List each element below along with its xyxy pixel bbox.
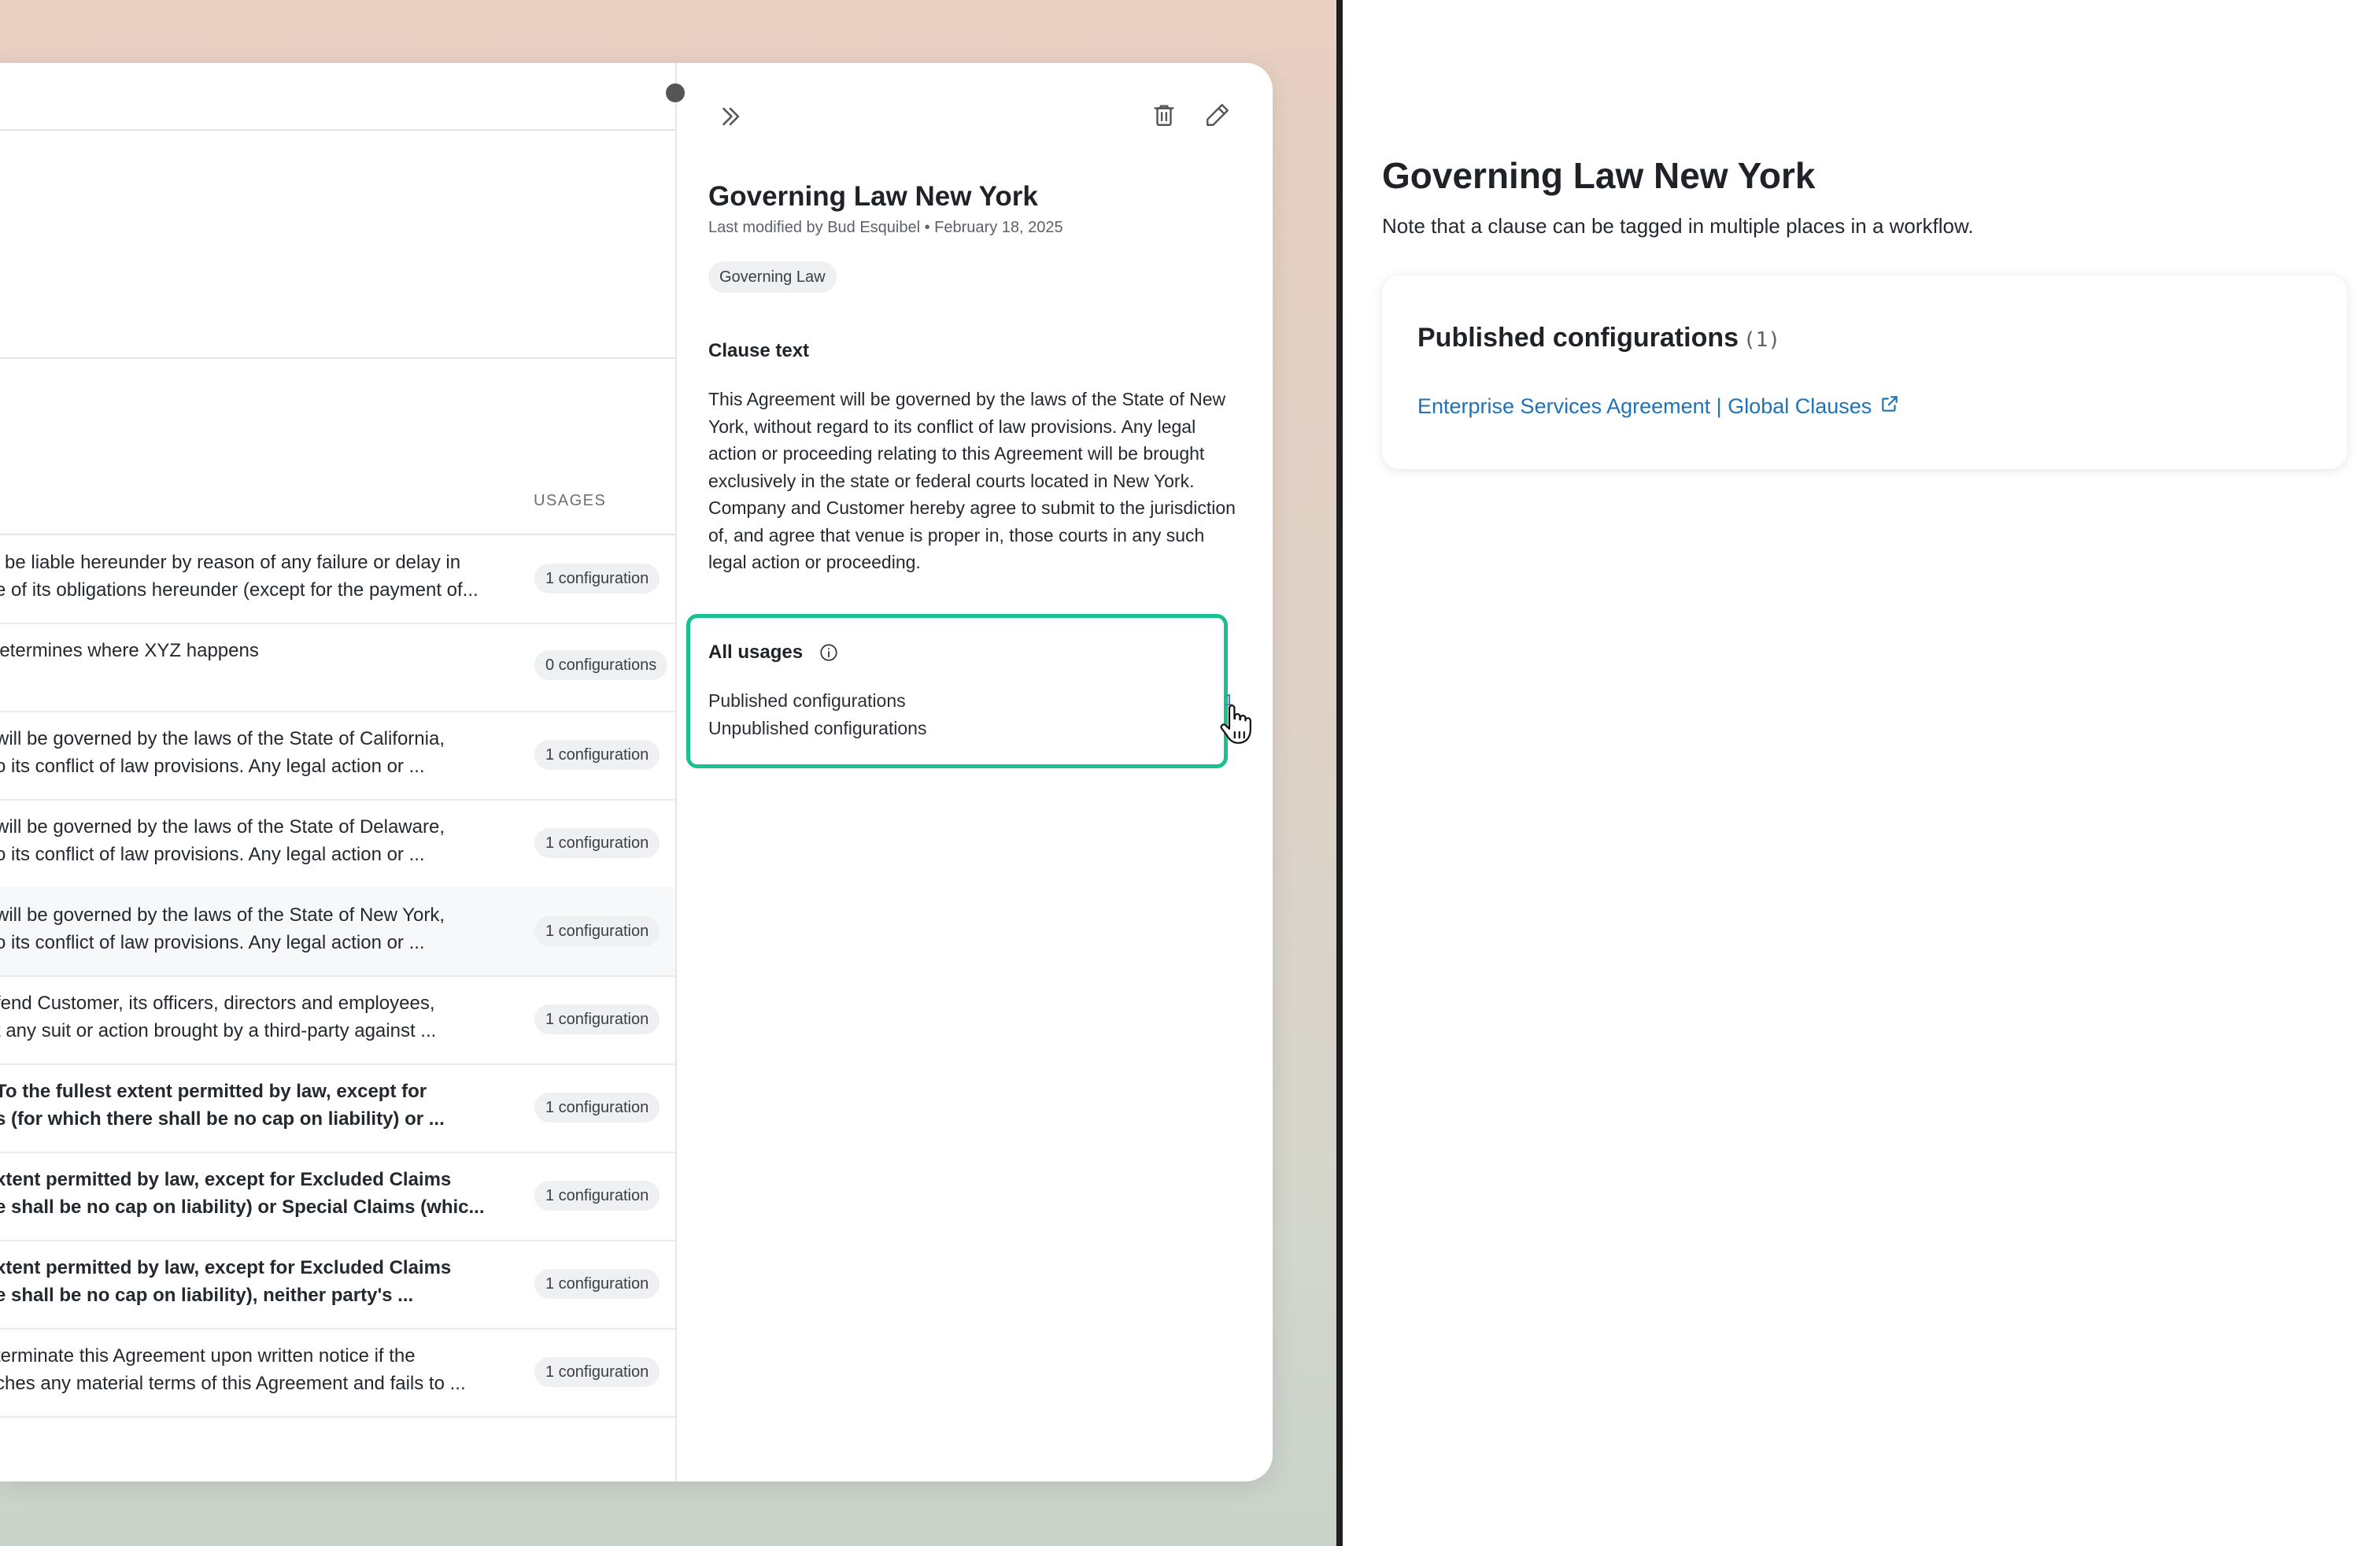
clause-snippet-line: ches any material terms of this Agreemen… — [0, 1373, 466, 1394]
clause-snippet-line: l be liable hereunder by reason of any f… — [0, 552, 461, 573]
usages-badge[interactable]: 1 configuration — [534, 916, 660, 946]
clause-text-body: This Agreement will be governed by the l… — [708, 389, 1236, 572]
clause-snippet: xtent permitted by law, except for Exclu… — [0, 1254, 499, 1309]
usages-badge[interactable]: 1 configuration — [534, 1269, 660, 1299]
clause-snippet: fend Customer, its officers, directors a… — [0, 989, 499, 1045]
card-heading-label: Published configurations — [1417, 323, 1739, 353]
card-heading-count: (1) — [1743, 328, 1780, 352]
screen-divider — [1336, 0, 1343, 1546]
chevrons-right-icon[interactable] — [713, 99, 748, 134]
trash-icon[interactable] — [1147, 98, 1181, 132]
clause-snippet-line: xtent permitted by law, except for Exclu… — [0, 1169, 452, 1190]
clause-snippet: terminate this Agreement upon written no… — [0, 1342, 499, 1397]
clause-snippet: letermines where XYZ happens — [0, 637, 499, 664]
usages-badge[interactable]: 1 configuration — [534, 1181, 660, 1211]
table-row[interactable]: xtent permitted by law, except for Exclu… — [0, 1152, 675, 1241]
table-row[interactable]: will be governed by the laws of the Stat… — [0, 711, 675, 801]
configuration-link[interactable]: Enterprise Services Agreement | Global C… — [1417, 394, 1900, 420]
clause-snippet: To the fullest extent permitted by law, … — [0, 1078, 499, 1133]
external-link-icon[interactable] — [1879, 394, 1900, 420]
table-row[interactable]: will be governed by the laws of the Stat… — [0, 887, 675, 977]
header-divider — [0, 129, 675, 131]
usages-badge[interactable]: 1 configuration — [534, 828, 660, 858]
clause-snippet-line: e shall be no cap on liability) or Speci… — [0, 1196, 485, 1218]
clause-snippet-line: o its conflict of law provisions. Any le… — [0, 932, 425, 953]
usages-badge[interactable]: 1 configuration — [534, 1093, 660, 1123]
usages-badge[interactable]: 0 configurations — [534, 650, 668, 680]
clause-snippet-line: To the fullest extent permitted by law, … — [0, 1081, 427, 1102]
clause-snippet-line: e shall be no cap on liability), neither… — [0, 1285, 414, 1306]
published-configurations-card: Published configurations (1) Enterprise S… — [1382, 276, 2347, 469]
category-tag[interactable]: Governing Law — [708, 261, 837, 293]
clause-snippet-line: o its conflict of law provisions. Any le… — [0, 756, 425, 777]
table-row[interactable]: To the fullest extent permitted by law, … — [0, 1063, 675, 1153]
explanation-title: Governing Law New York — [1382, 155, 1816, 196]
clause-detail-panel: Governing Law New York Last modified by … — [677, 63, 1273, 1481]
clause-snippet-line: e of its obligations hereunder (except f… — [0, 579, 479, 601]
clause-snippet-line: xtent permitted by law, except for Exclu… — [0, 1257, 452, 1278]
clause-text-heading: Clause text — [708, 340, 810, 361]
usages-badge[interactable]: 1 configuration — [534, 1004, 660, 1034]
unpublished-configurations-label: Unpublished configurations — [708, 718, 927, 738]
card-heading: Published configurations (1) — [1417, 323, 1780, 353]
clause-snippet: will be governed by the laws of the Stat… — [0, 725, 499, 780]
clause-list-panel: USAGES l be liable hereunder by reason o… — [0, 63, 685, 1481]
last-modified-meta: Last modified by Bud Esquibel • February… — [708, 219, 1063, 236]
explanation-subtitle: Note that a clause can be tagged in mult… — [1382, 214, 1974, 238]
clause-snippet-line: s (for which there shall be no cap on li… — [0, 1108, 445, 1130]
clause-snippet-line: o its conflict of law provisions. Any le… — [0, 844, 425, 865]
clause-snippet: will be governed by the laws of the Stat… — [0, 901, 499, 956]
table-row[interactable]: terminate this Agreement upon written no… — [0, 1328, 675, 1418]
clause-snippet-line: letermines where XYZ happens — [0, 640, 259, 661]
explanation-pane: Governing Law New York Note that a claus… — [1343, 0, 2380, 1546]
table-row[interactable]: xtent permitted by law, except for Exclu… — [0, 1240, 675, 1330]
clause-snippet-line: terminate this Agreement upon written no… — [0, 1345, 416, 1367]
table-row[interactable]: l be liable hereunder by reason of any f… — [0, 534, 675, 624]
hand-cursor-icon — [1218, 703, 1253, 749]
table-row[interactable]: letermines where XYZ happens 0 configurat… — [0, 623, 675, 712]
usages-badge[interactable]: 1 configuration — [534, 740, 660, 770]
clause-snippet-line: t any suit or action brought by a third-… — [0, 1020, 437, 1041]
clause-snippet: xtent permitted by law, except for Exclu… — [0, 1166, 499, 1221]
all-usages-heading: All usages — [708, 642, 804, 663]
clause-title: Governing Law New York — [708, 181, 1038, 212]
table-row[interactable]: will be governed by the laws of the Stat… — [0, 799, 675, 889]
column-header-usages: USAGES — [534, 492, 607, 509]
section-divider — [0, 357, 675, 359]
published-configurations-label: Published configurations — [708, 690, 906, 711]
clause-snippet: l be liable hereunder by reason of any f… — [0, 549, 499, 604]
usages-badge[interactable]: 1 configuration — [534, 1357, 660, 1387]
usages-badge[interactable]: 1 configuration — [534, 564, 660, 594]
clause-snippet-line: will be governed by the laws of the Stat… — [0, 904, 445, 926]
clause-snippet-line: will be governed by the laws of the Stat… — [0, 816, 445, 838]
all-usages-section: All usages Published configurations 1 Un… — [686, 614, 1251, 768]
info-icon[interactable] — [819, 642, 839, 667]
clause-snippet: will be governed by the laws of the Stat… — [0, 813, 499, 868]
table-row[interactable]: fend Customer, its officers, directors a… — [0, 975, 675, 1065]
pencil-icon[interactable] — [1200, 98, 1235, 132]
configuration-link-text[interactable]: Enterprise Services Agreement | Global C… — [1417, 394, 1872, 419]
app-window: USAGES l be liable hereunder by reason o… — [0, 63, 1273, 1481]
clause-snippet-line: will be governed by the laws of the Stat… — [0, 728, 445, 749]
clause-snippet-line: fend Customer, its officers, directors a… — [0, 993, 435, 1014]
